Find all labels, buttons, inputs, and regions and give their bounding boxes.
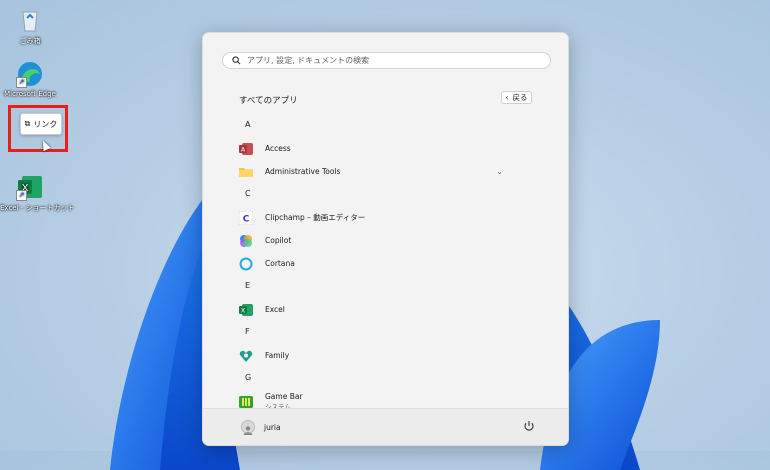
cortana-icon: [239, 256, 253, 271]
back-button-label: 戻る: [512, 93, 528, 102]
search-input[interactable]: アプリ, 設定, ドキュメントの検索: [222, 52, 551, 69]
app-item-excel[interactable]: X Excel: [239, 300, 539, 318]
link-tooltip-label: リンク: [33, 119, 58, 129]
app-item-copilot[interactable]: Copilot: [239, 231, 539, 249]
app-item-family[interactable]: Family: [239, 346, 539, 364]
app-name: Administrative Tools: [265, 166, 341, 176]
power-icon[interactable]: [523, 420, 535, 432]
user-name[interactable]: juria: [264, 423, 281, 432]
family-icon: [239, 348, 253, 362]
app-name: Access: [265, 143, 291, 153]
shortcut-arrow-icon: ↗: [16, 77, 27, 88]
section-letter-c[interactable]: C: [245, 189, 251, 198]
app-name: Cortana: [265, 258, 295, 268]
search-placeholder: アプリ, 設定, ドキュメントの検索: [247, 56, 370, 65]
app-item-access[interactable]: A Access: [239, 139, 539, 157]
start-menu-footer: juria: [203, 408, 568, 445]
desktop-icon-label: Excel - ショートカット: [0, 204, 75, 212]
desktop-icon-recycle-bin[interactable]: ごみ箱: [0, 6, 60, 46]
app-name: Clipchamp – 動画エディター: [265, 212, 366, 222]
app-name: Family: [265, 350, 290, 360]
clipchamp-icon: C: [238, 210, 254, 226]
svg-text:C: C: [243, 215, 250, 225]
desktop-icon-excel[interactable]: X ↗ Excel - ショートカット: [0, 173, 75, 213]
section-letter-g[interactable]: G: [245, 373, 251, 382]
app-item-administrative-tools[interactable]: Administrative Tools ⌄: [239, 162, 539, 180]
section-letter-a[interactable]: A: [245, 120, 250, 129]
game-bar-icon: [239, 394, 253, 408]
section-letter-f[interactable]: F: [245, 327, 250, 336]
edge-icon: ↗: [16, 60, 44, 88]
user-avatar-icon[interactable]: [241, 420, 255, 435]
app-item-clipchamp[interactable]: C Clipchamp – 動画エディター: [238, 208, 539, 226]
chevron-left-icon: ‹: [505, 93, 509, 102]
excel-icon: X: [239, 302, 253, 316]
app-item-cortana[interactable]: Cortana: [239, 254, 539, 272]
desktop-icon-label: ごみ箱: [19, 37, 41, 45]
search-icon: [232, 56, 241, 65]
link-tooltip: ⧉ リンク: [20, 113, 62, 135]
desktop-icon-label: Microsoft Edge: [4, 90, 56, 98]
recycle-bin-icon: [16, 6, 44, 34]
start-menu: アプリ, 設定, ドキュメントの検索 すべてのアプリ ‹ 戻る A A Acce…: [202, 32, 569, 446]
back-button[interactable]: ‹ 戻る: [501, 91, 532, 104]
chevron-down-icon[interactable]: ⌄: [496, 167, 503, 176]
app-name: Copilot: [265, 235, 292, 245]
shortcut-arrow-icon: ↗: [16, 190, 27, 201]
app-name: Excel: [265, 304, 285, 314]
all-apps-title: すべてのアプリ: [239, 96, 298, 106]
app-name: Game Bar: [265, 391, 303, 401]
link-icon: ⧉: [24, 119, 31, 128]
copilot-icon: [239, 233, 253, 247]
section-letter-e[interactable]: E: [245, 281, 250, 290]
folder-icon: [239, 164, 253, 178]
excel-icon: X ↗: [16, 173, 44, 201]
access-icon: A: [239, 141, 253, 155]
desktop-icon-edge[interactable]: ↗ Microsoft Edge: [0, 60, 60, 98]
svg-text:X: X: [241, 308, 245, 315]
